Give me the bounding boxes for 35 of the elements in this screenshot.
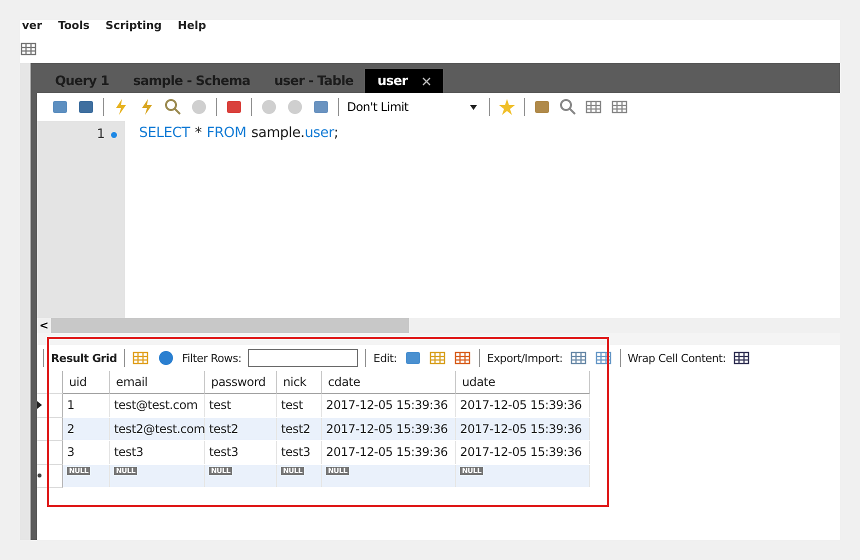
delete-row-icon[interactable] bbox=[454, 349, 472, 367]
add-row-icon[interactable] bbox=[428, 349, 447, 367]
table-cell: 2 bbox=[63, 418, 110, 440]
wrap-label: Wrap Cell Content: bbox=[628, 352, 726, 364]
table-cell: test2 bbox=[277, 418, 322, 440]
edit-label: Edit: bbox=[373, 352, 397, 364]
export-label: Export/Import: bbox=[486, 352, 563, 364]
menu-item[interactable]: ver bbox=[22, 20, 42, 35]
new-row-icon bbox=[37, 473, 42, 478]
tab[interactable]: user bbox=[365, 69, 443, 93]
sql-query[interactable]: SELECT * FROM sample.user; bbox=[125, 121, 338, 318]
line-number: 1 bbox=[96, 127, 105, 142]
row-header[interactable] bbox=[37, 394, 63, 418]
close-icon[interactable] bbox=[422, 76, 431, 86]
filter-field[interactable] bbox=[248, 349, 358, 367]
caret-icon[interactable] bbox=[470, 104, 477, 110]
search-icon[interactable] bbox=[559, 98, 577, 116]
limit-dropdown[interactable]: Don't Limit bbox=[347, 97, 481, 117]
table-cell: 2017-12-05 15:39:36 bbox=[456, 418, 590, 440]
menu-item[interactable]: Tools bbox=[58, 20, 90, 35]
result-grid-label[interactable]: Result Grid bbox=[51, 352, 117, 364]
table-cell: test2@test.com bbox=[110, 418, 205, 440]
import-icon[interactable] bbox=[594, 349, 613, 367]
scroll-left-button[interactable]: < bbox=[37, 319, 51, 332]
grid-icon[interactable] bbox=[132, 349, 150, 367]
menu-item[interactable]: Help bbox=[178, 20, 206, 35]
current-row-icon bbox=[37, 401, 42, 410]
export-icon[interactable] bbox=[570, 349, 588, 367]
table-cell: test2 bbox=[205, 418, 277, 440]
magnifier-icon[interactable] bbox=[164, 98, 182, 116]
star-icon[interactable] bbox=[498, 98, 516, 116]
table-cell: 2017-12-05 15:39:36 bbox=[322, 418, 456, 440]
filter-label: Filter Rows: bbox=[182, 352, 242, 364]
scrollbar-thumb[interactable] bbox=[51, 318, 409, 333]
menu-item[interactable]: Scripting bbox=[106, 20, 162, 35]
